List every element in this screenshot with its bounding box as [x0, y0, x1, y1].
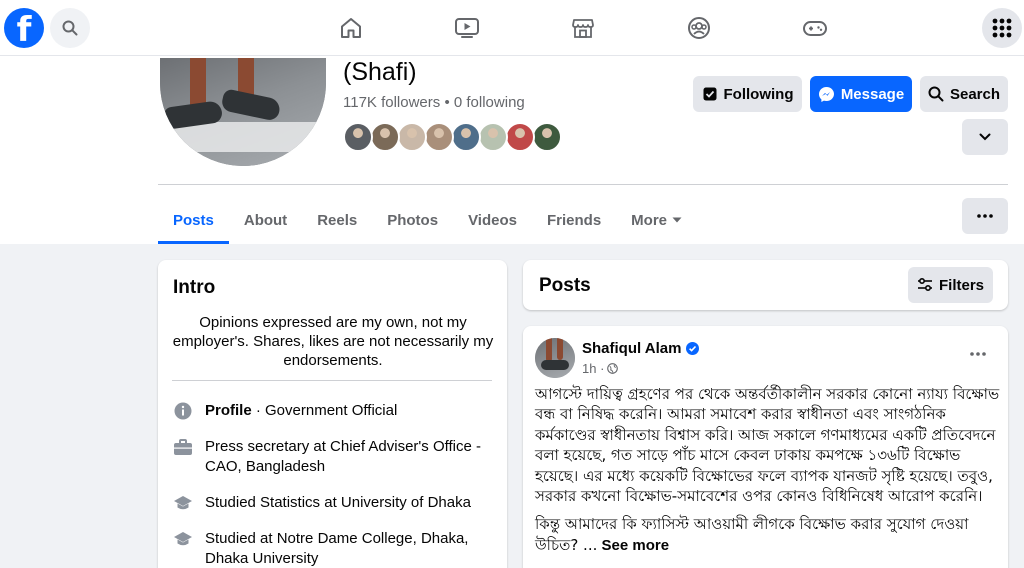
- tab-reels[interactable]: Reels: [302, 196, 372, 244]
- graduation-cap-icon: [174, 496, 192, 510]
- groups-nav-button[interactable]: [685, 14, 713, 42]
- message-button[interactable]: Message: [810, 76, 912, 112]
- filters-icon: [917, 278, 932, 292]
- tab-more[interactable]: More: [616, 196, 697, 244]
- following-button[interactable]: Following: [693, 76, 802, 112]
- post-time-text[interactable]: 1h ·: [582, 361, 604, 376]
- video-icon: [455, 18, 479, 38]
- post-paragraph-1: আগস্টে দায়িত্ব গ্রহণের পর থেকে অন্তর্বর…: [535, 385, 1000, 506]
- info-icon: [174, 402, 192, 420]
- graduation-cap-icon: [174, 532, 192, 546]
- more-horizontal-icon: [977, 214, 993, 218]
- friend-avatar[interactable]: [343, 122, 373, 152]
- apps-grid-icon: [992, 18, 1012, 38]
- posts-title: Posts: [539, 275, 591, 296]
- tab-about[interactable]: About: [229, 196, 302, 244]
- search-icon: [62, 20, 78, 36]
- header-divider: [158, 184, 1008, 185]
- home-nav-button[interactable]: [337, 14, 365, 42]
- friend-avatar-stack[interactable]: [343, 122, 562, 154]
- post-author: Shafiqul Alam: [582, 340, 700, 357]
- intro-work-row: Press secretary at Chief Adviser's Offic…: [173, 437, 493, 477]
- intro-education-text-1: Studied Statistics at University of Dhak…: [205, 494, 471, 511]
- following-count[interactable]: 0 following: [454, 94, 525, 111]
- post-author-name[interactable]: Shafiqul Alam: [582, 340, 681, 357]
- intro-title: Intro: [173, 277, 216, 298]
- video-nav-button[interactable]: [453, 14, 481, 42]
- profile-name: (Shafi): [343, 58, 417, 86]
- search-profile-button[interactable]: Search: [920, 76, 1008, 112]
- menu-button[interactable]: [982, 8, 1022, 48]
- globe-icon: [607, 363, 619, 374]
- tab-posts[interactable]: Posts: [158, 196, 229, 244]
- gaming-icon: [803, 21, 827, 36]
- search-icon: [928, 86, 944, 102]
- profile-overflow-button[interactable]: [962, 198, 1008, 234]
- intro-divider: [172, 380, 492, 381]
- groups-icon: [688, 17, 710, 39]
- tab-friends[interactable]: Friends: [532, 196, 616, 244]
- home-icon: [341, 18, 361, 38]
- friend-avatar[interactable]: [532, 122, 562, 152]
- intro-profile-category: · Government Official: [251, 402, 398, 419]
- intro-education-row-2: Studied at Notre Dame College, Dhaka, Dh…: [173, 529, 493, 568]
- profile-tabs: Posts About Reels Photos Videos Friends …: [158, 196, 697, 244]
- see-more-link[interactable]: See more: [597, 537, 670, 554]
- friend-avatar[interactable]: [478, 122, 508, 152]
- post-card: Shafiqul Alam 1h · আগস্টে দায়িত্ব গ্রহণ…: [523, 326, 1008, 568]
- intro-education-text-2: Studied at Notre Dame College, Dhaka, Dh…: [205, 530, 469, 567]
- profile-picture[interactable]: [160, 58, 326, 166]
- tab-photos[interactable]: Photos: [372, 196, 453, 244]
- followers-count[interactable]: 117K followers: [343, 94, 440, 111]
- top-navbar: f: [0, 0, 1024, 56]
- follower-counts: 117K followers • 0 following: [343, 94, 525, 111]
- intro-profile-label: Profile: [205, 402, 252, 419]
- verified-badge-icon: [686, 342, 700, 355]
- intro-profile-row: Profile · Government Official: [173, 401, 493, 421]
- marketplace-nav-button[interactable]: [569, 14, 597, 42]
- caret-down-icon: [672, 217, 682, 223]
- filters-button[interactable]: Filters: [908, 267, 993, 303]
- intro-bio: Opinions expressed are my own, not my em…: [172, 314, 494, 369]
- posts-header-card: Posts Filters: [523, 260, 1008, 310]
- profile-header: (Shafi) 117K followers • 0 following Fol…: [0, 56, 1024, 244]
- tab-videos[interactable]: Videos: [453, 196, 532, 244]
- intro-work-text: Press secretary at Chief Adviser's Offic…: [205, 438, 482, 475]
- post-author-avatar[interactable]: [535, 338, 575, 378]
- friend-avatar[interactable]: [424, 122, 454, 152]
- gaming-nav-button[interactable]: [801, 14, 829, 42]
- friend-avatar[interactable]: [397, 122, 427, 152]
- friend-avatar[interactable]: [451, 122, 481, 152]
- facebook-logo[interactable]: f: [4, 8, 44, 48]
- briefcase-icon: [174, 439, 192, 455]
- post-timestamp: 1h ·: [582, 361, 619, 376]
- intro-card: Intro Opinions expressed are my own, not…: [158, 260, 507, 568]
- friend-avatar[interactable]: [370, 122, 400, 152]
- more-horizontal-icon: [970, 352, 986, 356]
- post-body: আগস্টে দায়িত্ব গ্রহণের পর থেকে অন্তর্বর…: [535, 384, 1005, 564]
- post-options-button[interactable]: [960, 342, 996, 366]
- search-button[interactable]: [50, 8, 90, 48]
- chevron-down-icon: [979, 133, 991, 141]
- intro-education-row-1: Studied Statistics at University of Dhak…: [173, 493, 493, 513]
- marketplace-icon: [572, 19, 594, 38]
- more-options-button[interactable]: [962, 119, 1008, 155]
- following-check-icon: [703, 87, 716, 101]
- messenger-icon: [818, 86, 834, 102]
- friend-avatar[interactable]: [505, 122, 535, 152]
